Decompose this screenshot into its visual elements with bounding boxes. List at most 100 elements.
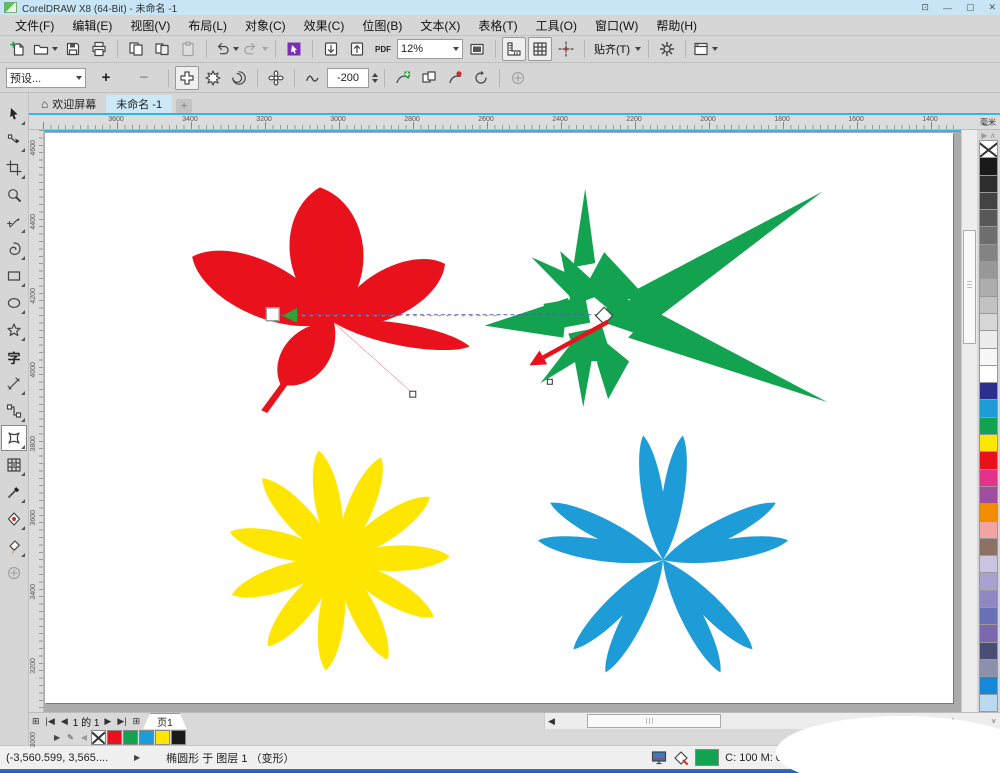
spinner-up-icon[interactable] [372, 73, 378, 77]
maximize-button[interactable]: ▢ [966, 2, 975, 13]
tab-document[interactable]: 未命名 -1 [106, 95, 172, 113]
eyedropper-tool[interactable] [1, 479, 27, 505]
menu-item-8[interactable]: 表格(T) [469, 15, 526, 36]
first-page-button[interactable]: |◀ [43, 716, 58, 727]
more-tools[interactable] [1, 560, 27, 586]
redo-button[interactable] [242, 37, 269, 61]
menu-item-3[interactable]: 布局(L) [179, 15, 236, 36]
palette-swatch[interactable] [979, 365, 998, 383]
publish-pdf-button[interactable]: PDF [371, 37, 395, 61]
convert-to-curves-button[interactable] [469, 66, 493, 90]
palette-swatch[interactable] [979, 261, 998, 279]
palette-swatch[interactable] [979, 590, 998, 608]
crop-tool[interactable] [1, 155, 27, 181]
palette-swatch[interactable] [979, 642, 998, 660]
palette-swatch[interactable] [979, 313, 998, 331]
palette-swatch-none[interactable] [979, 140, 998, 158]
print-button[interactable] [87, 37, 111, 61]
palette-swatch[interactable] [979, 192, 998, 210]
push-pull-distortion-button[interactable] [175, 66, 199, 90]
export-button[interactable] [345, 37, 369, 61]
doc-swatch[interactable] [139, 730, 154, 745]
tab-welcome-screen[interactable]: ⌂ 欢迎屏幕 [31, 95, 106, 113]
dimension-tool[interactable] [1, 371, 27, 397]
palette-swatch[interactable] [979, 278, 998, 296]
show-rulers-button[interactable] [502, 37, 526, 61]
palette-swatch[interactable] [979, 244, 998, 262]
menu-item-0[interactable]: 文件(F) [6, 15, 63, 36]
horizontal-ruler[interactable]: 毫米 3600340032003000280026002400220020001… [29, 115, 1000, 130]
palette-swatch[interactable] [979, 399, 998, 417]
palette-swatch[interactable] [979, 348, 998, 366]
palette-swatch[interactable] [979, 521, 998, 539]
close-button[interactable]: ✕ [988, 2, 996, 13]
shape-tool[interactable] [1, 128, 27, 154]
doc-swatch[interactable] [155, 730, 170, 745]
doc-swatch[interactable] [171, 730, 186, 745]
menu-item-9[interactable]: 工具(O) [527, 15, 586, 36]
page-options-button[interactable]: ⊞ [29, 716, 43, 727]
restore-panel-icon[interactable]: ⊡ [921, 2, 929, 13]
palette-swatch[interactable] [979, 175, 998, 193]
pick-tool[interactable] [1, 101, 27, 127]
palette-swatch[interactable] [979, 157, 998, 175]
ellipse-tool[interactable] [1, 290, 27, 316]
menu-item-7[interactable]: 文本(X) [411, 15, 469, 36]
palette-swatch[interactable] [979, 676, 998, 694]
palette-swatch[interactable] [979, 607, 998, 625]
vertical-ruler[interactable]: 460044004200400038003600340032003000 [29, 130, 44, 712]
menu-item-2[interactable]: 视图(V) [121, 15, 179, 36]
next-page-button[interactable]: ▶ [101, 716, 114, 727]
zoom-level-select[interactable]: 12% [397, 39, 463, 59]
palette-swatch[interactable] [979, 659, 998, 677]
amplitude-icon[interactable] [301, 66, 325, 90]
zoom-tool[interactable] [1, 182, 27, 208]
doc-swatch[interactable] [123, 730, 138, 745]
canvas-area[interactable] [44, 130, 961, 712]
palette-swatch[interactable] [979, 296, 998, 314]
minimize-button[interactable]: — [943, 3, 952, 13]
menu-item-1[interactable]: 编辑(E) [63, 15, 121, 36]
palette-swatch[interactable] [979, 624, 998, 642]
copy-button[interactable] [124, 37, 148, 61]
amplitude-input[interactable]: -200 [327, 68, 369, 88]
add-page-button[interactable]: ⊞ [130, 716, 144, 727]
vertical-scrollbar[interactable] [961, 130, 977, 712]
artistic-media-tool[interactable] [1, 236, 27, 262]
palette-swatch[interactable] [979, 538, 998, 556]
center-distortion-button[interactable] [264, 66, 288, 90]
new-document-tab-button[interactable]: + [176, 99, 192, 113]
polygon-tool[interactable] [1, 317, 27, 343]
interactive-fill-tool[interactable] [1, 506, 27, 532]
palette-swatch[interactable] [979, 572, 998, 590]
horizontal-scrollbar-thumb[interactable] [587, 714, 721, 728]
twister-distortion-button[interactable] [227, 66, 251, 90]
application-launcher-button[interactable] [692, 37, 719, 61]
palette-scroll-down-icon[interactable]: ˅ [991, 717, 996, 726]
preset-list-select[interactable]: 预设... [6, 68, 86, 88]
last-page-button[interactable]: ▶| [114, 716, 129, 727]
menu-item-11[interactable]: 帮助(H) [647, 15, 706, 36]
distort-tool[interactable] [1, 425, 27, 451]
palette-swatch[interactable] [979, 382, 998, 400]
search-content-button[interactable] [282, 37, 306, 61]
palette-swatch[interactable] [979, 469, 998, 487]
zipper-distortion-button[interactable] [201, 66, 225, 90]
doc-palette-expand-icon[interactable]: ▶ [51, 733, 63, 742]
copy-distortion-button[interactable] [417, 66, 441, 90]
doc-palette-scroll-left-icon[interactable]: ◀ [78, 733, 90, 742]
spinner-down-icon[interactable] [372, 79, 378, 83]
palette-swatch[interactable] [979, 209, 998, 227]
new-document-button[interactable] [6, 37, 30, 61]
doc-swatch-none[interactable] [91, 730, 106, 745]
palette-swatch[interactable] [979, 226, 998, 244]
show-guidelines-button[interactable] [554, 37, 578, 61]
scroll-left-button[interactable]: ◀ [545, 716, 558, 727]
paste-button[interactable] [176, 37, 200, 61]
status-flyout-icon[interactable]: ▶ [134, 753, 140, 762]
connector-tool[interactable] [1, 398, 27, 424]
add-preset-button[interactable]: + [88, 66, 124, 90]
save-button[interactable] [61, 37, 85, 61]
page-tab[interactable]: 页1 [143, 713, 187, 729]
undo-button[interactable] [213, 37, 240, 61]
